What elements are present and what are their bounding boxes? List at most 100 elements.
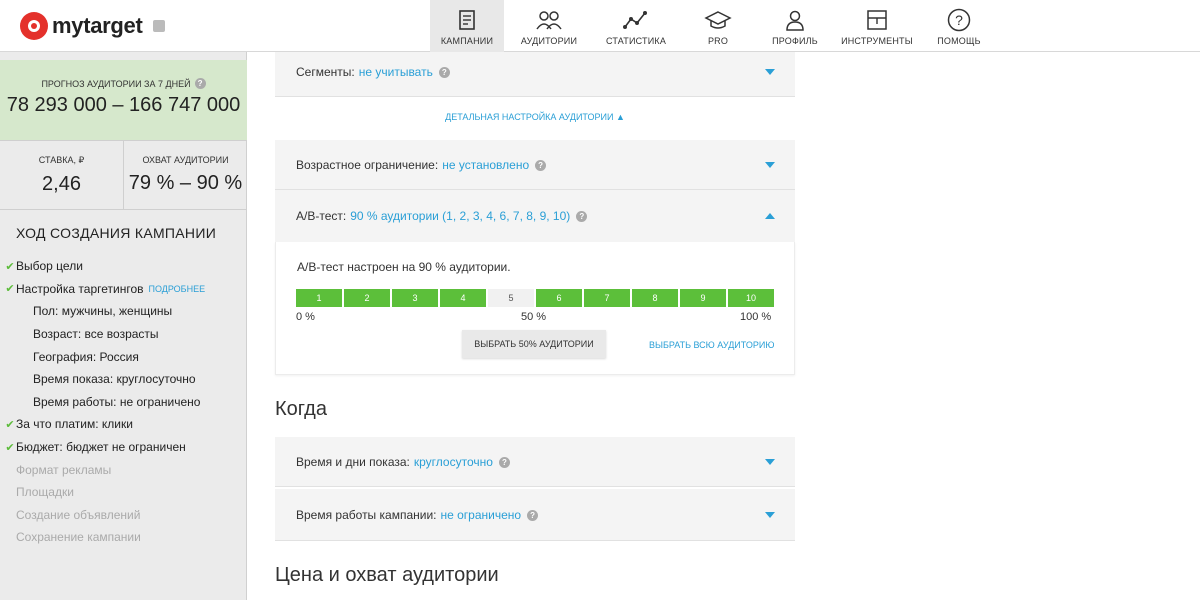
step-label: За что платим: клики [16, 417, 133, 432]
top-bar: mytarget КАМПАНИИ АУДИТОРИИ СТАТИСТИКА P… [0, 0, 1200, 52]
tools-icon [866, 7, 888, 33]
time-label: Время и дни показа: [296, 455, 410, 469]
nav-label: АУДИТОРИИ [520, 35, 578, 46]
check-icon: ✔ [5, 418, 15, 431]
triangle-up-icon: ▲ [615, 112, 625, 122]
progress-title: ХОД СОЗДАНИЯ КАМПАНИИ [16, 225, 217, 241]
segment-toggle[interactable]: 10 [728, 289, 774, 307]
step-item: Площадки [0, 481, 247, 504]
select-all-audience-link[interactable]: ВЫБРАТЬ ВСЮ АУДИТОРИЮ [649, 340, 774, 350]
pro-icon [704, 7, 732, 33]
time-value[interactable]: круглосуточно [414, 455, 493, 469]
chevron-down-icon[interactable] [765, 162, 775, 168]
more-link[interactable]: ПОДРОБНЕЕ [149, 284, 206, 294]
nav-statistics[interactable]: СТАТИСТИКА [594, 0, 678, 52]
nav-pro[interactable]: PRO [678, 0, 758, 52]
segments-value[interactable]: не учитывать [359, 65, 433, 79]
step-item[interactable]: ✔ Настройка таргетингов ПОДРОБНЕЕ [0, 278, 247, 301]
rate-value: 2,46 [42, 173, 81, 195]
work-time-row[interactable]: Время работы кампании: не ограничено ? [275, 489, 795, 541]
step-detail: Время работы: не ограничено [0, 391, 247, 414]
help-question-icon[interactable]: ? [498, 456, 510, 468]
nav-audiences[interactable]: АУДИТОРИИ [504, 0, 594, 52]
help-question-icon[interactable]: ? [535, 159, 547, 171]
rate-label: СТАВКА, ₽ [38, 155, 85, 165]
forecast-value: 78 293 000 – 166 747 000 [6, 94, 241, 116]
help-question-icon[interactable]: ? [194, 78, 206, 89]
scale-mid: 50 % [521, 311, 547, 323]
metrics: СТАВКА, ₽ 2,46 ОХВАТ АУДИТОРИИ 79 % – 90… [0, 140, 247, 210]
nav-help[interactable]: ? ПОМОЩЬ [922, 0, 996, 52]
segment-toggle[interactable]: 9 [680, 289, 726, 307]
help-question-icon[interactable]: ? [576, 210, 588, 222]
svg-text:?: ? [955, 12, 963, 28]
age-value[interactable]: не установлено [442, 158, 529, 172]
detail-audience-link[interactable]: ДЕТАЛЬНАЯ НАСТРОЙКА АУДИТОРИИ ▲ [275, 112, 795, 122]
step-label: География: Россия [33, 349, 139, 364]
segment-toggle[interactable]: 6 [536, 289, 582, 307]
work-value[interactable]: не ограничено [441, 508, 522, 522]
ab-test-row[interactable]: A/B-тест: 90 % аудитории (1, 2, 3, 4, 6,… [275, 190, 795, 242]
scale-min: 0 % [296, 311, 315, 323]
segment-toggle[interactable]: 1 [296, 289, 342, 307]
nav-campaigns[interactable]: КАМПАНИИ [430, 0, 504, 52]
segments-label: Сегменты: [296, 65, 355, 79]
chevron-up-icon[interactable] [765, 213, 775, 219]
nav-label: ПРОФИЛЬ [772, 35, 818, 46]
profile-icon [784, 7, 806, 33]
main-nav: КАМПАНИИ АУДИТОРИИ СТАТИСТИКА PRO ПРОФИЛ… [430, 0, 996, 52]
segment-toggle[interactable]: 3 [392, 289, 438, 307]
segment-toggle[interactable]: 7 [584, 289, 630, 307]
step-item[interactable]: ✔ Бюджет: бюджет не ограничен [0, 436, 247, 459]
section-title-price: Цена и охват аудитории [275, 564, 499, 586]
step-item: Сохранение кампании [0, 526, 247, 549]
logo[interactable]: mytarget [20, 12, 165, 40]
age-row[interactable]: Возрастное ограничение: не установлено ? [275, 140, 795, 190]
help-icon: ? [947, 7, 971, 33]
chevron-down-icon[interactable] [765, 69, 775, 75]
audience-forecast: ПРОГНОЗ АУДИТОРИИ ЗА 7 ДНЕЙ ? 78 293 000… [0, 60, 247, 140]
select-half-audience-button[interactable]: ВЫБРАТЬ 50% АУДИТОРИИ [462, 330, 606, 358]
check-icon: ✔ [5, 260, 15, 273]
mail-icon[interactable] [152, 20, 165, 32]
step-label: Пол: мужчины, женщины [33, 304, 173, 319]
check-icon: ✔ [5, 283, 15, 296]
step-detail: География: Россия [0, 345, 247, 368]
nav-label: ИНСТРУМЕНТЫ [841, 35, 913, 46]
campaigns-icon [457, 7, 477, 33]
nav-profile[interactable]: ПРОФИЛЬ [758, 0, 832, 52]
nav-label: ПОМОЩЬ [937, 35, 981, 46]
help-question-icon[interactable]: ? [527, 509, 539, 521]
step-label: Выбор цели [16, 259, 83, 274]
sidebar: ПРОГНОЗ АУДИТОРИИ ЗА 7 ДНЕЙ ? 78 293 000… [0, 52, 247, 600]
segment-toggle[interactable]: 5 [488, 289, 534, 307]
segment-toggle[interactable]: 8 [632, 289, 678, 307]
campaign-steps: ✔ Выбор цели ✔ Настройка таргетингов ПОДРОБ… [0, 255, 247, 549]
logo-text: mytarget [52, 13, 143, 38]
step-label: Бюджет: бюджет не ограничен [16, 440, 186, 455]
step-item: Формат рекламы [0, 458, 247, 481]
step-item[interactable]: ✔ Выбор цели [0, 255, 247, 278]
ab-test-body: A/B-тест настроен на 90 % аудитории. 1 2… [275, 242, 795, 375]
rate-metric: СТАВКА, ₽ 2,46 [0, 141, 123, 209]
check-icon: ✔ [5, 441, 15, 454]
mytarget-logo-icon [20, 12, 48, 40]
time-days-row[interactable]: Время и дни показа: круглосуточно ? [275, 437, 795, 487]
segment-toggle[interactable]: 4 [440, 289, 486, 307]
segments-row[interactable]: Сегменты: не учитывать ? [275, 52, 795, 97]
chevron-down-icon[interactable] [765, 459, 775, 465]
ab-value[interactable]: 90 % аудитории (1, 2, 3, 4, 6, 7, 8, 9, … [350, 209, 570, 223]
segment-toggle[interactable]: 2 [344, 289, 390, 307]
step-label: Возраст: все возрасты [33, 327, 159, 342]
statistics-icon [622, 7, 650, 33]
step-item[interactable]: ✔ За что платим: клики [0, 413, 247, 436]
step-label: Сохранение кампании [16, 530, 141, 545]
scale-max: 100 % [740, 311, 772, 323]
forecast-label: ПРОГНОЗ АУДИТОРИИ ЗА 7 ДНЕЙ [41, 78, 191, 89]
step-label: Создание объявлений [16, 507, 141, 522]
help-question-icon[interactable]: ? [438, 66, 450, 78]
nav-tools[interactable]: ИНСТРУМЕНТЫ [832, 0, 922, 52]
work-label: Время работы кампании: [296, 508, 437, 522]
chevron-down-icon[interactable] [765, 512, 775, 518]
step-label: Формат рекламы [16, 462, 112, 477]
